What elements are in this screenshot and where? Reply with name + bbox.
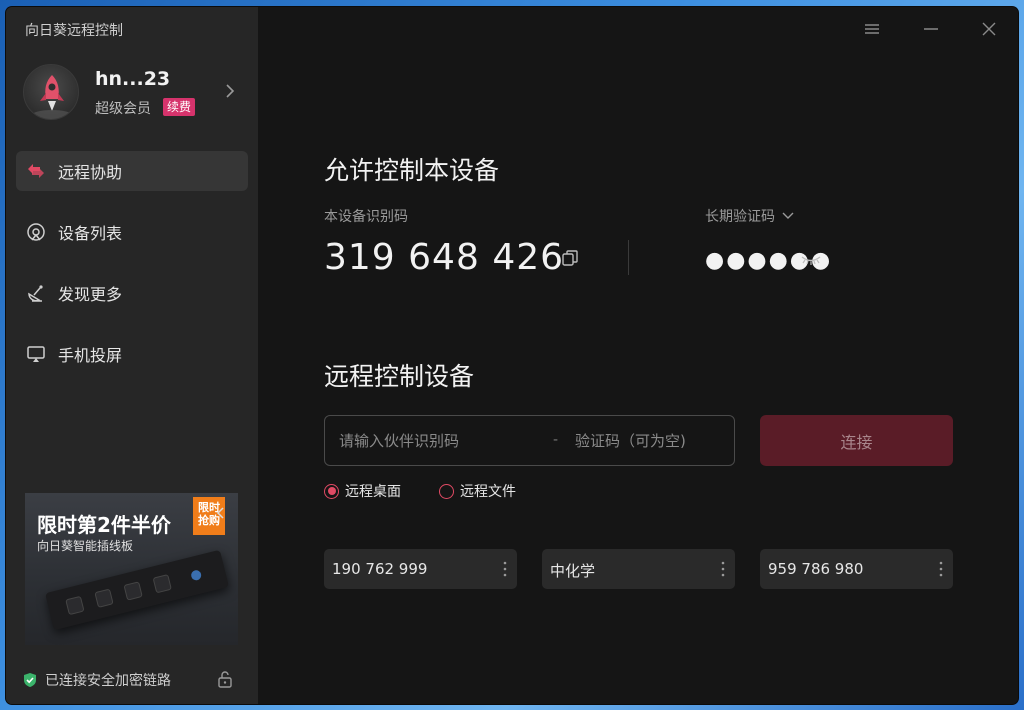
app-window: 向日葵远程控制 hn...23 超级会员 续费 远程协助 设备列表 发现更多 手… xyxy=(6,7,1018,704)
more-vertical-icon[interactable] xyxy=(721,560,725,578)
allow-control-heading: 允许控制本设备 xyxy=(324,156,500,185)
recent-device-label: 190 762 999 xyxy=(332,560,428,578)
sidebar-item-label: 发现更多 xyxy=(58,285,123,304)
recent-device-label: 959 786 980 xyxy=(768,560,864,578)
sidebar-item-label: 手机投屏 xyxy=(58,346,123,365)
username: hn...23 xyxy=(95,68,171,90)
main-panel: 允许控制本设备 本设备识别码 319 648 426 长期验证码 ●●●●●● … xyxy=(258,7,1018,704)
switch-light xyxy=(190,569,203,582)
menu-icon[interactable] xyxy=(862,19,882,39)
remote-control-heading: 远程控制设备 xyxy=(324,362,475,391)
socket xyxy=(152,574,172,594)
radio-unselected-icon xyxy=(439,483,454,499)
socket xyxy=(65,595,85,616)
copy-icon[interactable] xyxy=(560,248,580,268)
sidebar-item-remote-assist[interactable]: 远程协助 xyxy=(16,151,248,191)
recent-device-card[interactable]: 959 786 980 xyxy=(760,549,953,589)
input-separator: - xyxy=(553,432,559,448)
minimize-icon[interactable] xyxy=(921,19,941,39)
device-id-label: 本设备识别码 xyxy=(324,209,408,225)
discover-icon xyxy=(26,283,46,303)
security-text: 已连接安全加密链路 xyxy=(45,673,171,689)
membership-label: 超级会员 xyxy=(95,101,151,117)
close-icon[interactable] xyxy=(979,19,999,39)
sidebar-item-label: 设备列表 xyxy=(58,224,123,243)
security-status: 已连接安全加密链路 xyxy=(23,670,171,690)
device-list-icon xyxy=(26,222,46,242)
mode-remote-file-radio[interactable]: 远程文件 xyxy=(439,481,516,501)
remote-assist-icon xyxy=(26,161,46,181)
partner-id-input[interactable] xyxy=(339,416,539,465)
recent-device-card[interactable]: 190 762 999 xyxy=(324,549,517,589)
chevron-right-icon[interactable] xyxy=(222,81,238,101)
divider xyxy=(628,240,629,275)
chevron-down-icon xyxy=(782,212,794,219)
sidebar: 向日葵远程控制 hn...23 超级会员 续费 远程协助 设备列表 发现更多 手… xyxy=(6,7,258,704)
promo-title: 限时第2件半价 xyxy=(37,513,171,537)
sidebar-item-device-list[interactable]: 设备列表 xyxy=(16,212,248,252)
radio-label: 远程文件 xyxy=(460,484,516,500)
socket xyxy=(94,588,114,608)
code-type-dropdown[interactable]: 长期验证码 xyxy=(705,206,795,226)
recent-device-card[interactable]: 中化学 xyxy=(542,549,735,589)
renew-badge[interactable]: 续费 xyxy=(163,98,196,116)
power-strip-image xyxy=(45,549,229,631)
sidebar-item-screen-cast[interactable]: 手机投屏 xyxy=(16,334,248,374)
screen-cast-icon xyxy=(26,344,46,364)
sidebar-nav: 远程协助 设备列表 发现更多 手机投屏 xyxy=(16,151,248,395)
rocket-icon xyxy=(32,75,72,119)
socket xyxy=(123,581,143,601)
radio-selected-icon xyxy=(324,483,339,499)
promo-subtitle: 向日葵智能插线板 xyxy=(37,539,134,553)
lock-icon[interactable] xyxy=(217,670,233,688)
eye-closed-icon[interactable] xyxy=(800,251,822,267)
sidebar-item-label: 远程协助 xyxy=(58,163,123,182)
connect-button[interactable]: 连接 xyxy=(760,415,953,466)
avatar[interactable] xyxy=(23,64,79,120)
code-type-label: 长期验证码 xyxy=(705,209,775,225)
device-id-value: 319 648 426 xyxy=(324,237,565,278)
sidebar-item-discover[interactable]: 发现更多 xyxy=(16,273,248,313)
chevron-left-icon[interactable] xyxy=(214,506,228,520)
more-vertical-icon[interactable] xyxy=(503,560,507,578)
shield-check-icon xyxy=(24,673,36,687)
verification-code-input[interactable] xyxy=(575,416,725,465)
mode-remote-desktop-radio[interactable]: 远程桌面 xyxy=(324,481,401,501)
promo-banner[interactable]: 限时第2件半价 向日葵智能插线板 限时抢购 xyxy=(25,493,238,645)
more-vertical-icon[interactable] xyxy=(939,560,943,578)
recent-device-label: 中化学 xyxy=(550,562,596,580)
radio-label: 远程桌面 xyxy=(345,484,401,500)
profile-card[interactable]: hn...23 超级会员 续费 xyxy=(23,64,243,120)
partner-input-group: - xyxy=(324,415,735,466)
app-title: 向日葵远程控制 xyxy=(25,23,123,39)
